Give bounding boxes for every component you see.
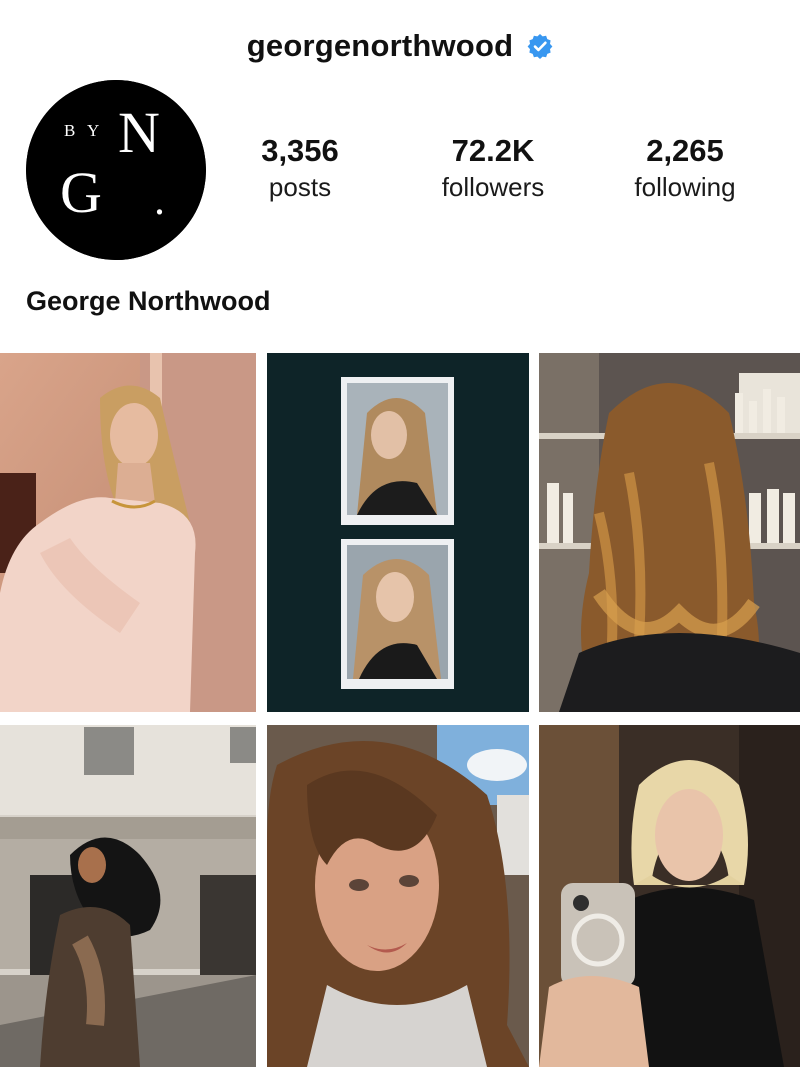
post-tile-5[interactable] xyxy=(267,725,529,1067)
stat-followers[interactable]: 72.2K followers xyxy=(403,132,583,204)
avatar-g-letter: G xyxy=(60,160,102,225)
avatar-by-text: B Y xyxy=(64,121,103,140)
avatar-dot: . xyxy=(154,175,165,224)
post-image-brunette-selfie xyxy=(267,725,529,1067)
stat-posts[interactable]: 3,356 posts xyxy=(210,132,390,204)
post-image-blonde-woman xyxy=(0,353,256,712)
followers-count: 72.2K xyxy=(451,133,535,168)
post-image-polaroids xyxy=(267,353,529,712)
profile-avatar[interactable]: B Y N G . xyxy=(26,80,206,260)
post-tile-1[interactable] xyxy=(0,353,256,712)
post-tile-3[interactable] xyxy=(539,353,800,712)
avatar-n-letter: N xyxy=(118,100,160,165)
verified-badge-icon xyxy=(527,33,553,59)
post-tile-4[interactable] xyxy=(0,725,256,1067)
post-image-curly-hair-street xyxy=(0,725,256,1067)
posts-label: posts xyxy=(268,172,332,202)
post-image-wavy-hair-salon xyxy=(539,353,800,712)
full-name: George Northwood xyxy=(26,286,271,316)
following-label: following xyxy=(634,172,736,202)
followers-label: followers xyxy=(441,172,545,202)
stat-following[interactable]: 2,265 following xyxy=(595,132,775,204)
following-count: 2,265 xyxy=(646,133,724,168)
username-row: georgenorthwood xyxy=(0,28,800,64)
posts-grid xyxy=(0,353,800,1067)
post-tile-6[interactable] xyxy=(539,725,800,1067)
profile-stats: 3,356 posts 72.2K followers 2,265 follow… xyxy=(205,132,795,212)
post-tile-2[interactable] xyxy=(267,353,529,712)
post-image-blonde-bob-selfie xyxy=(539,725,800,1067)
posts-count: 3,356 xyxy=(261,133,339,168)
username[interactable]: georgenorthwood xyxy=(247,28,513,64)
